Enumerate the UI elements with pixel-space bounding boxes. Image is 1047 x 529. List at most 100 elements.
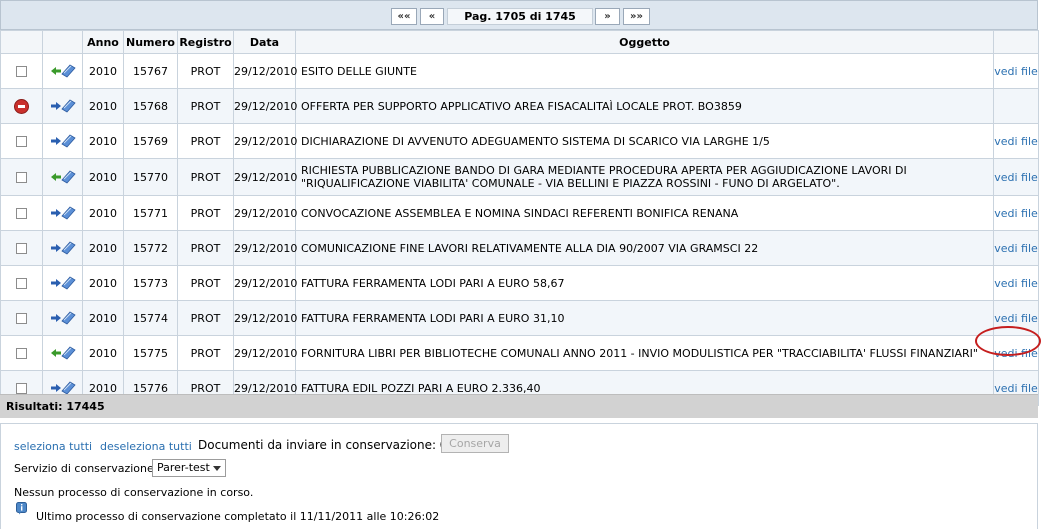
service-select[interactable]: Parer-test bbox=[152, 459, 226, 477]
row-registro: PROT bbox=[177, 158, 234, 196]
row-checkbox[interactable] bbox=[16, 313, 27, 324]
row-checkbox[interactable] bbox=[16, 136, 27, 147]
row-registro: PROT bbox=[177, 335, 234, 371]
row-direction-cell bbox=[42, 230, 83, 266]
view-file-link[interactable]: vedi file bbox=[994, 347, 1038, 360]
row-select-cell bbox=[0, 53, 43, 89]
row-file-cell: vedi file bbox=[993, 265, 1039, 301]
header-numero[interactable]: Numero bbox=[123, 30, 178, 54]
outgoing-document-icon bbox=[50, 205, 76, 221]
header-direction bbox=[42, 30, 83, 54]
view-file-link[interactable]: vedi file bbox=[994, 135, 1038, 148]
row-anno: 2010 bbox=[82, 53, 124, 89]
documents-table: Anno Numero Registro Data Oggetto 2010 15… bbox=[0, 30, 1039, 406]
header-select bbox=[0, 30, 43, 54]
row-select-cell bbox=[0, 300, 43, 336]
row-oggetto: ESITO DELLE GIUNTE bbox=[295, 53, 994, 89]
row-direction-cell bbox=[42, 335, 83, 371]
row-direction-cell bbox=[42, 195, 83, 231]
header-file bbox=[993, 30, 1039, 54]
table-row: 2010 15767 PROT 29/12/2010 ESITO DELLE GIUNT… bbox=[0, 53, 1039, 89]
header-oggetto[interactable]: Oggetto bbox=[295, 30, 994, 54]
row-direction-cell bbox=[42, 158, 83, 196]
row-checkbox[interactable] bbox=[16, 208, 27, 219]
view-file-link[interactable]: vedi file bbox=[994, 242, 1038, 255]
row-direction-cell bbox=[42, 88, 83, 124]
view-file-link[interactable]: vedi file bbox=[994, 207, 1038, 220]
outgoing-document-icon bbox=[50, 133, 76, 149]
table-row: 2010 15774 PROT 29/12/2010 FATTURA FERRAMENT… bbox=[0, 300, 1039, 336]
row-anno: 2010 bbox=[82, 335, 124, 371]
row-numero: 15768 bbox=[123, 88, 178, 124]
row-registro: PROT bbox=[177, 123, 234, 159]
header-anno[interactable]: Anno bbox=[82, 30, 124, 54]
row-numero: 15770 bbox=[123, 158, 178, 196]
table-row: 2010 15768 PROT 29/12/2010 OFFERTA PER SUPPO… bbox=[0, 88, 1039, 124]
table-row: 2010 15772 PROT 29/12/2010 COMUNICAZIONE FIN… bbox=[0, 230, 1039, 266]
last-process-info: Ultimo processo di conservazione complet… bbox=[36, 510, 440, 523]
row-data: 29/12/2010 bbox=[233, 53, 297, 89]
pagination-bar: «« « Pag. 1705 di 1745 » »» bbox=[0, 0, 1038, 30]
row-data: 29/12/2010 bbox=[233, 123, 297, 159]
row-data: 29/12/2010 bbox=[233, 300, 297, 336]
outgoing-document-icon bbox=[50, 98, 76, 114]
header-data[interactable]: Data bbox=[233, 30, 296, 54]
row-data: 29/12/2010 bbox=[233, 230, 297, 266]
table-row: 2010 15769 PROT 29/12/2010 DICHIARAZIONE DI … bbox=[0, 123, 1039, 159]
table-row: 2010 15770 PROT 29/12/2010 RICHIESTA PUBBLIC… bbox=[0, 158, 1039, 196]
previous-page-button[interactable]: « bbox=[420, 8, 444, 25]
results-count: Risultati: 17445 bbox=[0, 394, 1038, 418]
conserva-button[interactable]: Conserva bbox=[441, 434, 509, 453]
first-page-button[interactable]: «« bbox=[391, 8, 417, 25]
row-numero: 15773 bbox=[123, 265, 178, 301]
row-numero: 15767 bbox=[123, 53, 178, 89]
row-registro: PROT bbox=[177, 195, 234, 231]
row-file-cell: vedi file bbox=[993, 300, 1039, 336]
row-direction-cell bbox=[42, 53, 83, 89]
row-numero: 15769 bbox=[123, 123, 178, 159]
row-direction-cell bbox=[42, 123, 83, 159]
select-all-link[interactable]: seleziona tutti bbox=[14, 440, 92, 453]
row-direction-cell bbox=[42, 300, 83, 336]
row-numero: 15771 bbox=[123, 195, 178, 231]
view-file-link[interactable]: vedi file bbox=[994, 171, 1038, 184]
service-select-value: Parer-test bbox=[157, 461, 210, 474]
row-numero: 15772 bbox=[123, 230, 178, 266]
documents-to-send-label: Documenti da inviare in conservazione: 0 bbox=[198, 438, 448, 452]
row-registro: PROT bbox=[177, 88, 234, 124]
outgoing-document-icon bbox=[50, 240, 76, 256]
row-registro: PROT bbox=[177, 300, 234, 336]
row-registro: PROT bbox=[177, 265, 234, 301]
row-checkbox[interactable] bbox=[16, 348, 27, 359]
not-allowed-icon bbox=[14, 98, 29, 114]
row-checkbox[interactable] bbox=[16, 278, 27, 289]
table-header-row: Anno Numero Registro Data Oggetto bbox=[0, 30, 1039, 54]
view-file-link[interactable]: vedi file bbox=[994, 382, 1038, 395]
row-file-cell bbox=[993, 88, 1039, 124]
chevron-down-icon bbox=[213, 466, 221, 471]
row-oggetto: DICHIARAZIONE DI AVVENUTO ADEGUAMENTO SI… bbox=[295, 123, 994, 159]
row-checkbox[interactable] bbox=[16, 243, 27, 254]
outgoing-document-icon bbox=[50, 275, 76, 291]
row-checkbox[interactable] bbox=[16, 66, 27, 77]
process-status: Nessun processo di conservazione in cors… bbox=[14, 486, 254, 499]
header-registro[interactable]: Registro bbox=[177, 30, 234, 54]
view-file-link[interactable]: vedi file bbox=[994, 65, 1038, 78]
view-file-link[interactable]: vedi file bbox=[994, 312, 1038, 325]
row-anno: 2010 bbox=[82, 158, 124, 196]
row-checkbox[interactable] bbox=[16, 172, 27, 183]
next-page-button[interactable]: » bbox=[595, 8, 620, 25]
row-anno: 2010 bbox=[82, 230, 124, 266]
row-checkbox[interactable] bbox=[16, 383, 27, 394]
last-page-button[interactable]: »» bbox=[623, 8, 650, 25]
row-oggetto: RICHIESTA PUBBLICAZIONE BANDO DI GARA ME… bbox=[295, 158, 994, 196]
deselect-all-link[interactable]: deseleziona tutti bbox=[100, 440, 192, 453]
row-data: 29/12/2010 bbox=[233, 265, 297, 301]
row-select-cell bbox=[0, 335, 43, 371]
row-numero: 15775 bbox=[123, 335, 178, 371]
service-label: Servizio di conservazione: bbox=[14, 462, 158, 475]
row-select-cell bbox=[0, 195, 43, 231]
incoming-document-icon bbox=[50, 63, 76, 79]
row-file-cell: vedi file bbox=[993, 195, 1039, 231]
view-file-link[interactable]: vedi file bbox=[994, 277, 1038, 290]
